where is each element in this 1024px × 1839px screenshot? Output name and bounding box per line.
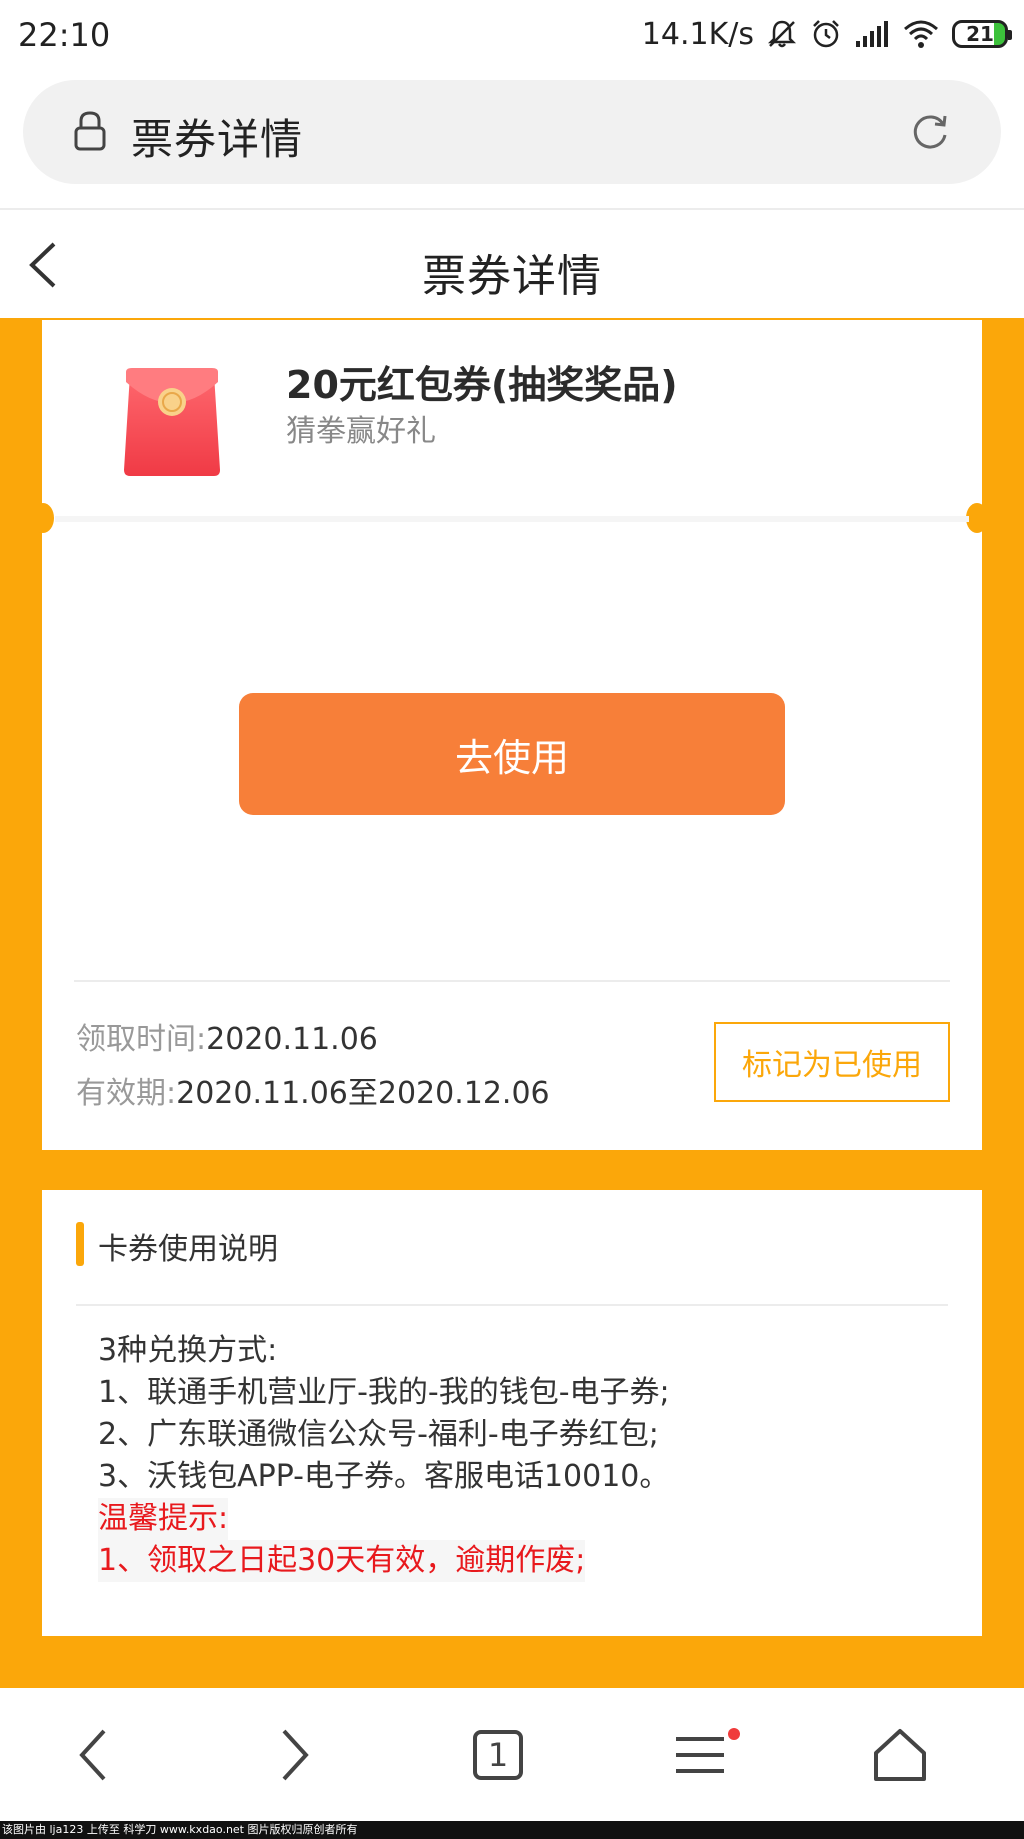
nav-forward-button[interactable]	[244, 1710, 344, 1800]
coupon-name: 20元红包券(抽奖奖品)	[286, 363, 678, 407]
signal-icon	[856, 21, 888, 47]
use-coupon-button[interactable]: 去使用	[239, 693, 785, 815]
tab-count: 1	[487, 1736, 509, 1774]
card-notch	[32, 503, 54, 533]
nav-home-button[interactable]	[850, 1710, 950, 1800]
status-time: 22:10	[18, 16, 111, 54]
instructions-body: 3种兑换方式: 1、联通手机营业厅-我的-我的钱包-电子券; 2、广东联通微信公…	[98, 1330, 670, 1582]
home-icon	[874, 1729, 926, 1781]
browser-bottom-nav: 1	[0, 1688, 1024, 1821]
divider	[74, 980, 950, 982]
mark-used-button[interactable]: 标记为已使用	[714, 1022, 950, 1102]
alarm-icon	[813, 20, 839, 48]
address-bar[interactable]: 票券详情	[23, 80, 1001, 184]
back-icon	[79, 1729, 106, 1781]
battery-level: 21	[966, 22, 994, 46]
page-title: 票券详情	[422, 251, 602, 302]
red-envelope-icon	[124, 368, 220, 476]
receive-time-label: 领取时间:	[76, 1022, 207, 1057]
coupon-subtitle: 猜拳赢好礼	[286, 414, 436, 449]
coupon-divider	[55, 516, 969, 522]
lock-icon	[74, 111, 106, 151]
section-marker	[76, 1222, 84, 1266]
wifi-icon	[904, 20, 938, 48]
receive-time-value: 2020.11.06	[206, 1022, 378, 1057]
instruction-line: 2、广东联通微信公众号-福利-电子券红包;	[98, 1417, 659, 1452]
validity-label: 有效期:	[76, 1076, 177, 1111]
coupon-card: 20元红包券(抽奖奖品) 猜拳赢好礼 去使用 领取时间:2020.11.06 有…	[42, 320, 982, 1150]
status-bar: 22:10 14.1K/s 21	[0, 0, 1024, 72]
watermark-text: 该图片由 lja123 上传至 科学刀 www.kxdao.net 图片版权归原…	[0, 1821, 1024, 1839]
card-notch	[966, 503, 988, 533]
divider	[76, 1304, 948, 1306]
page-header: 票券详情	[0, 210, 1024, 318]
tip-title: 温馨提示:	[98, 1498, 229, 1540]
tabs-icon[interactable]: 1	[473, 1730, 523, 1780]
forward-icon	[282, 1729, 309, 1781]
menu-icon	[676, 1737, 724, 1773]
receive-time-row: 领取时间:2020.11.06	[76, 1014, 378, 1058]
nav-menu-button[interactable]	[650, 1710, 750, 1800]
instruction-line: 3种兑换方式:	[98, 1333, 278, 1368]
network-speed: 14.1K/s	[641, 16, 754, 52]
validity-value: 2020.11.06至2020.12.06	[176, 1076, 550, 1111]
nav-back-button[interactable]	[44, 1710, 144, 1800]
validity-row: 有效期:2020.11.06至2020.12.06	[76, 1068, 550, 1112]
instructions-card: 卡券使用说明 3种兑换方式: 1、联通手机营业厅-我的-我的钱包-电子券; 2、…	[42, 1190, 982, 1636]
tip-line: 1、领取之日起30天有效，逾期作废;	[98, 1540, 586, 1582]
notification-dot	[728, 1728, 740, 1740]
reload-icon[interactable]	[909, 110, 951, 152]
bell-off-icon	[767, 20, 797, 48]
battery-icon: 21	[952, 20, 1012, 48]
instruction-line: 3、沃钱包APP-电子券。客服电话10010。	[98, 1459, 670, 1494]
status-icons: 14.1K/s 21	[641, 14, 1012, 54]
instructions-title: 卡券使用说明	[98, 1232, 278, 1267]
address-title: 票券详情	[131, 115, 304, 164]
instruction-line: 1、联通手机营业厅-我的-我的钱包-电子券;	[98, 1375, 670, 1410]
